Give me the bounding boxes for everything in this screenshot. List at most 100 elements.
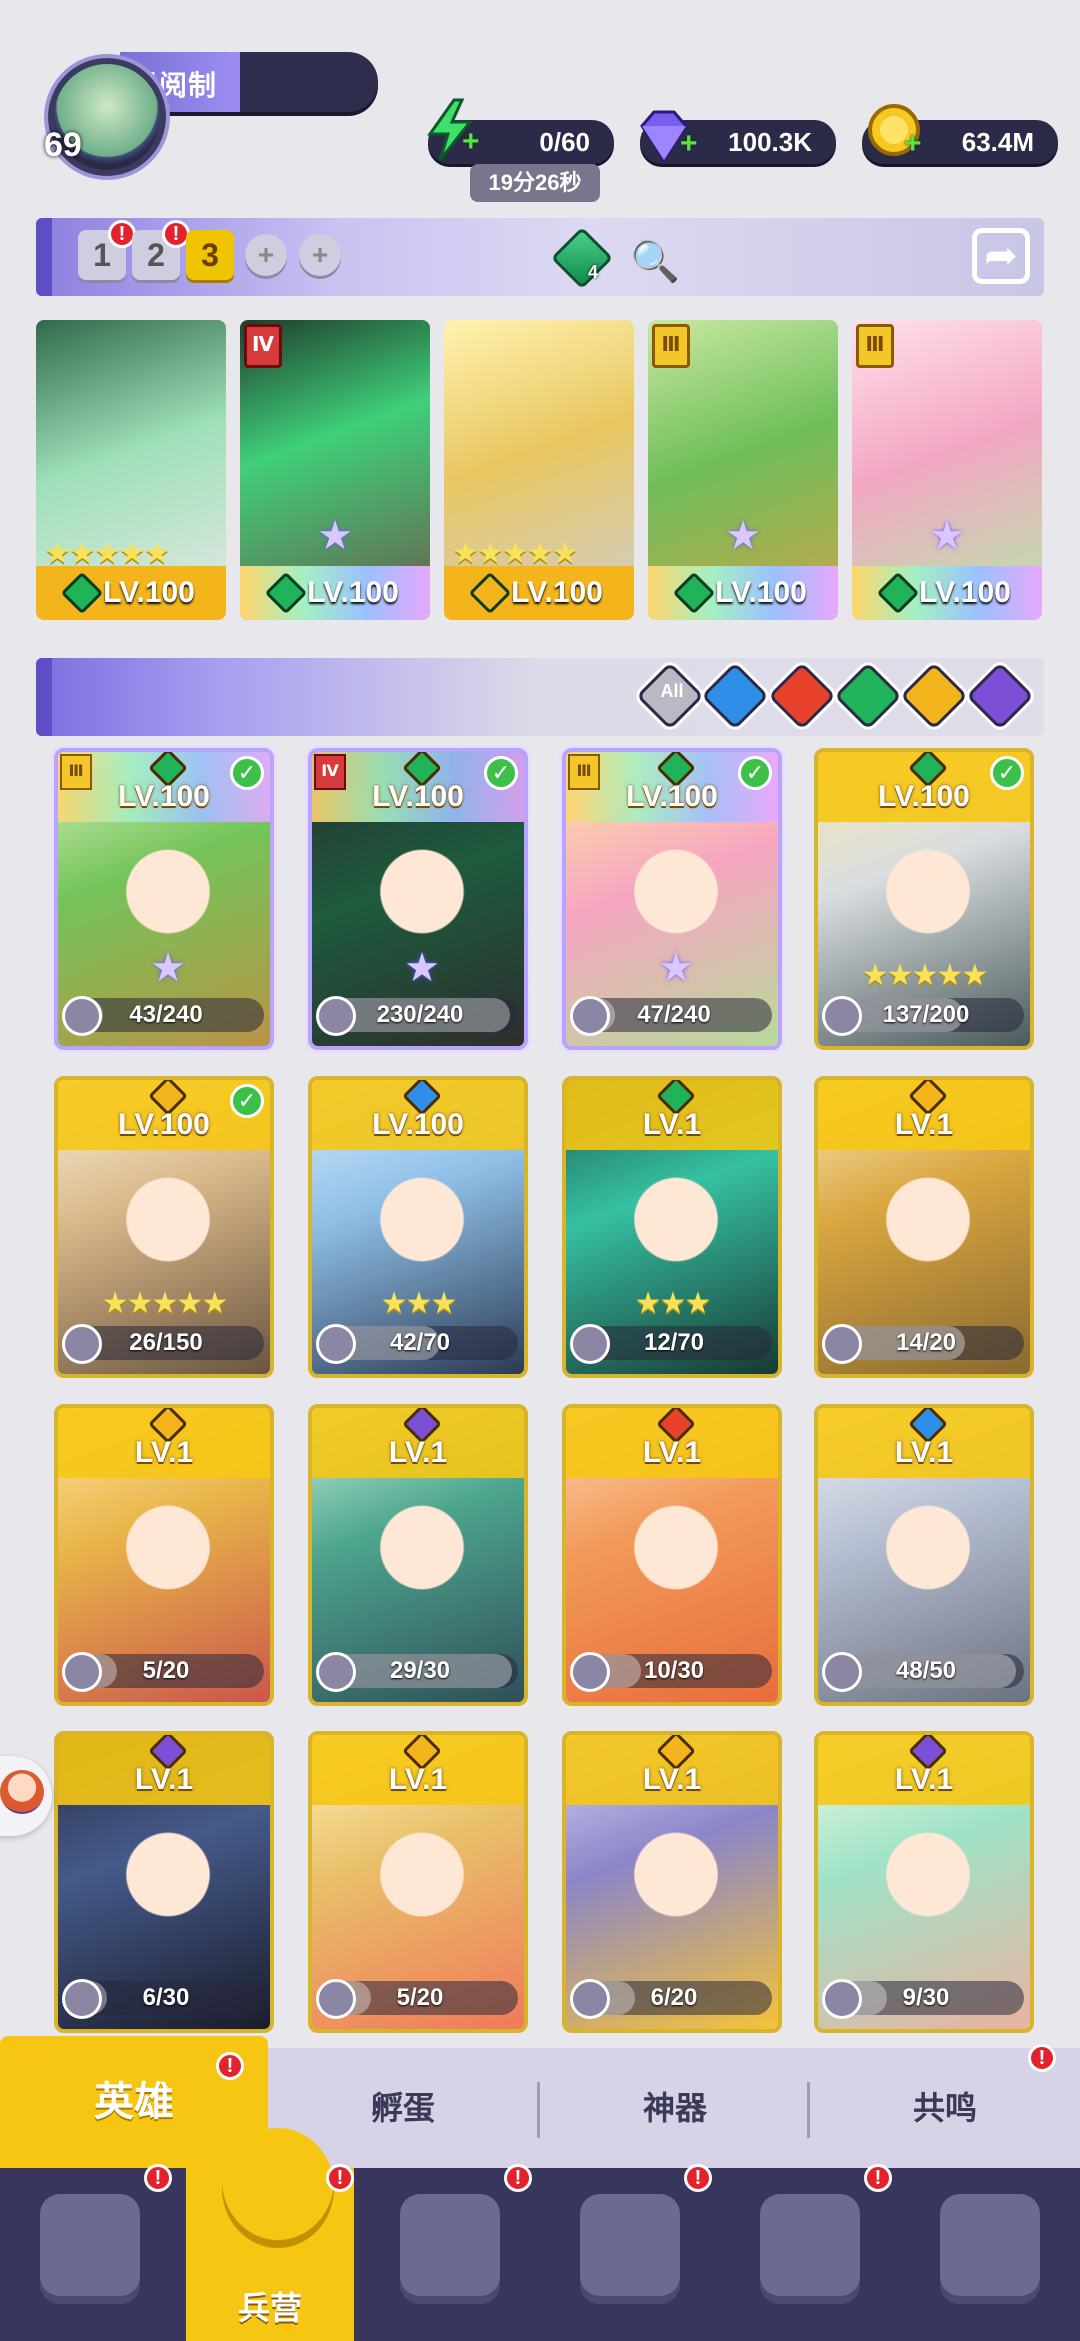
nav-cards-alert-icon: ! [144,2164,172,2192]
awaken-star-icon: ★ [317,514,353,558]
team-slot-3[interactable]: 3 [186,230,234,280]
check-icon: ✓ [230,756,264,790]
team-hero-card[interactable]: ★ LV.100 Ⅲ [852,320,1042,620]
hero-card[interactable]: LV.100 ✓ ★★★★★ 26/150 [54,1076,274,1378]
fragment-count: 9/30 [902,1984,950,2011]
hero-face [868,842,988,952]
add-slot-button[interactable]: + [245,234,287,276]
map-icon [400,2194,500,2304]
team-hero-card[interactable]: ★ LV.100 Ⅲ [648,320,838,620]
hero-card[interactable]: LV.1 6/20 [562,1731,782,2033]
gems-plus-icon[interactable]: + [680,129,704,159]
tab-artifacts[interactable]: 神器 [540,2048,810,2168]
hero-level: LV.100 [715,576,807,609]
hero-card[interactable]: LV.1 6/30 [54,1731,274,2033]
fragment-count: 5/20 [396,1984,444,2011]
energy-value: 0/60 [539,127,590,157]
hero-level: LV.1 [134,1763,194,1796]
hero-card[interactable]: LV.1 48/50 [814,1404,1034,1706]
floating-helper-avatar[interactable] [0,1756,52,1836]
hero-level: LV.100 [372,1108,464,1141]
awaken-star-icon: ★ [658,946,694,990]
hero-rank-badge: Ⅲ [652,324,690,368]
nav-shop[interactable] [900,2168,1080,2341]
nav-guild[interactable]: ! [720,2164,900,2341]
hero-level: LV.1 [642,1108,702,1141]
hero-card[interactable]: LV.1 10/30 [562,1404,782,1706]
team-hero-card[interactable]: ★★★★★ LV.100 [36,320,226,620]
nature-element-icon [876,571,920,615]
cards-icon [40,2194,140,2304]
hero-level: LV.1 [642,1436,702,1469]
hero-rank-badge: Ⅲ [60,754,92,790]
nav-barracks-label: 兵营 [237,2290,302,2326]
team-gem-count: 4 [588,262,599,282]
castle-icon [580,2194,680,2304]
hero-face [108,1170,228,1280]
hero-level: LV.100 [307,576,399,609]
add-slot-button[interactable]: + [299,234,341,276]
soulstone-icon [822,996,862,1036]
soulstone-icon [316,996,356,1036]
hero-level: LV.100 [103,576,195,609]
nav-barracks-alert-icon: ! [326,2164,354,2192]
hero-level: LV.1 [894,1436,954,1469]
hero-level: LV.100 [511,576,603,609]
hero-stars: ★★★ [634,1287,712,1320]
check-icon: ✓ [230,1084,264,1118]
soulstone-icon [822,1652,862,1692]
nav-map[interactable]: ! [360,2164,540,2341]
hero-rank-badge: Ⅲ [568,754,600,790]
nav-map-alert-icon: ! [504,2164,532,2192]
hero-card[interactable]: LV.100 Ⅲ ✓ ★ 43/240 [54,748,274,1050]
hero-face [362,1498,482,1608]
hero-card[interactable]: LV.100 ✓ ★★★★★ 137/200 [814,748,1034,1050]
hero-card[interactable]: LV.100 Ⅲ ✓ ★ 47/240 [562,748,782,1050]
hero-card[interactable]: LV.1 ★★★ 12/70 [562,1076,782,1378]
check-icon: ✓ [738,756,772,790]
nav-castle[interactable]: ! [540,2164,720,2341]
player-level: 69 [44,126,82,164]
hero-card[interactable]: LV.1 5/20 [54,1404,274,1706]
hero-card[interactable]: LV.100 ★★★ 42/70 [308,1076,528,1378]
mushroom-house-icon [760,2194,860,2304]
energy-plus-icon[interactable]: + [462,127,486,157]
hero-card[interactable]: LV.1 14/20 [814,1076,1034,1378]
hero-card[interactable]: LV.100 Ⅳ ✓ ★ 230/240 [308,748,528,1050]
nav-barracks[interactable]: ! 兵营 [186,2128,354,2341]
hero-face [108,1825,228,1935]
gems-value: 100.3K [728,127,812,157]
energy-timer: 19分26秒 [470,164,600,202]
fragment-count: 12/70 [643,1329,705,1356]
hero-face [362,842,482,952]
fragment-count: 6/20 [650,1984,698,2011]
fragment-count: 10/30 [643,1657,705,1684]
awaken-star-icon: ★ [929,514,965,558]
hero-level-bar: LV.100 [36,566,226,620]
hero-rank-badge: Ⅳ [244,324,282,368]
soulstone-icon [822,1324,862,1364]
hero-stars: ★★★ [380,1287,458,1320]
check-icon: ✓ [484,756,518,790]
hero-card[interactable]: LV.1 9/30 [814,1731,1034,2033]
fragment-count: 47/240 [637,1001,711,1028]
nature-element-icon [60,571,104,615]
awaken-star-icon: ★ [725,514,761,558]
hero-card[interactable]: LV.1 29/30 [308,1404,528,1706]
share-icon[interactable]: ➦ [972,228,1030,284]
team-hero-card[interactable]: ★★★★★ LV.100 [444,320,634,620]
gold-plus-icon[interactable]: + [904,129,928,159]
fragment-count: 43/240 [129,1001,203,1028]
nav-castle-alert-icon: ! [684,2164,712,2192]
search-icon[interactable]: 🔍 [630,238,680,285]
team-hero-card[interactable]: ★ LV.100 Ⅳ [240,320,430,620]
hero-card[interactable]: LV.1 5/20 [308,1731,528,2033]
nature-element-icon [264,571,308,615]
soulstone-icon [570,996,610,1036]
hero-rank-badge: Ⅳ [314,754,346,790]
hero-face [616,1498,736,1608]
awaken-star-icon: ★ [150,946,186,990]
nav-cards[interactable]: ! [0,2164,180,2341]
hero-face [108,842,228,952]
nature-element-icon [672,571,716,615]
